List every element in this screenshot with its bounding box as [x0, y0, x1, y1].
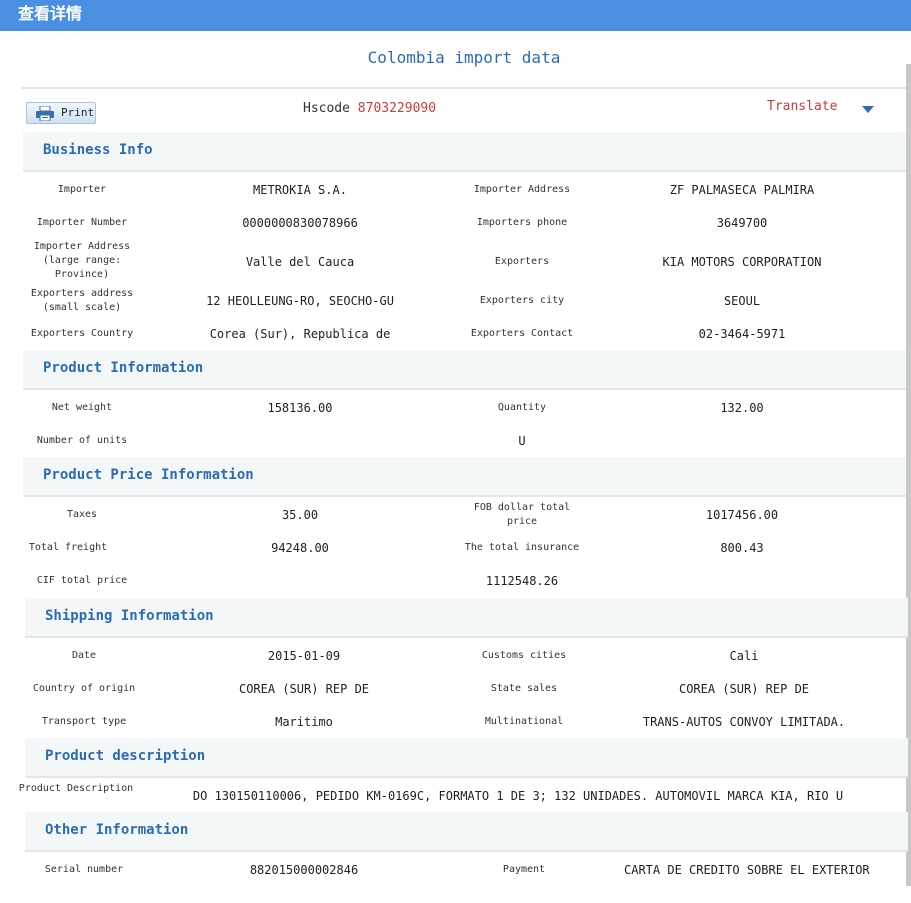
net-weight-label: Net weight — [51, 402, 113, 413]
number-of-units-value: U — [518, 434, 526, 448]
total-freight-label: Total freight — [28, 542, 108, 553]
importer-number-value: 0000000830078966 — [242, 216, 358, 230]
section-title: Shipping Information — [45, 608, 214, 624]
number-of-units-label: Number of units — [36, 435, 128, 446]
importer-value: METROKIA S.A. — [253, 183, 347, 197]
section-title: Product Price Information — [43, 467, 254, 483]
window-titlebar: 查看详情 — [0, 0, 911, 31]
transport-type-value: Maritimo — [275, 715, 333, 729]
product-description-label: Product Description — [18, 783, 134, 794]
state-sales-label: State sales — [490, 683, 558, 694]
date-value: 2015-01-09 — [267, 649, 341, 663]
exporters-value: KIA MOTORS CORPORATION — [662, 255, 822, 269]
state-sales-value: COREA (SUR) REP DE — [678, 682, 810, 696]
exporters-contact-label: Exporters Contact — [470, 328, 574, 339]
fob-total-price-label: FOB dollar total price — [473, 502, 571, 527]
print-label: Print — [61, 106, 95, 119]
country-of-origin-value: COREA (SUR) REP DE — [238, 682, 370, 696]
section-other-information: Other Information — [25, 812, 908, 852]
section-product-information: Product Information — [23, 350, 906, 390]
section-title: Product description — [45, 748, 206, 764]
country-of-origin-label: Country of origin — [32, 683, 136, 694]
translate-link[interactable]: Translate — [767, 99, 837, 114]
section-title: Product Information — [43, 360, 204, 376]
importer-label: Importer — [57, 184, 107, 195]
total-freight-value: 94248.00 — [271, 541, 329, 555]
payment-label: Payment — [502, 864, 546, 875]
multinational-value: TRANS-AUTOS CONVOY LIMITADA. — [642, 715, 846, 729]
hscode-label: Hscode — [303, 101, 350, 116]
exporters-city-label: Exporters city — [479, 295, 565, 306]
serial-number-label: Serial number — [44, 864, 124, 875]
total-insurance-label: The total insurance — [464, 542, 580, 553]
importers-phone-label: Importers phone — [476, 217, 568, 228]
total-insurance-value: 800.43 — [720, 541, 764, 555]
exporters-address-value: 12 HEOLLEUNG-RO, SEOCHO-GU — [206, 294, 394, 308]
product-description-value: DO 130150110006, PEDIDO KM-0169C, FORMAT… — [192, 789, 844, 803]
multinational-label: Multinational — [484, 716, 564, 727]
page-title: Colombia import data — [367, 48, 561, 67]
section-business-info: Business Info — [23, 132, 906, 172]
section-product-price: Product Price Information — [23, 457, 906, 497]
exporters-address-label: Exporters address (small scale) — [30, 288, 134, 313]
exporters-country-label: Exporters Country — [30, 328, 134, 339]
date-label: Date — [71, 650, 97, 661]
section-title: Business Info — [43, 142, 153, 158]
scrollbar-gap — [906, 31, 911, 64]
hscode: Hscode 8703229090 — [303, 101, 436, 116]
exporters-country-value: Corea (Sur), Republica de — [209, 327, 391, 341]
window-title: 查看详情 — [18, 4, 83, 23]
importer-address-value: ZF PALMASECA PALMIRA — [669, 183, 815, 197]
title-divider — [22, 87, 906, 89]
taxes-value: 35.00 — [281, 508, 319, 522]
print-button[interactable]: Print — [26, 102, 96, 124]
exporters-contact-value: 02-3464-5971 — [698, 327, 786, 341]
customs-cities-value: Cali — [729, 649, 759, 663]
cif-total-price-label: CIF total price — [36, 575, 128, 586]
customs-cities-label: Customs cities — [481, 650, 567, 661]
payment-value: CARTA DE CREDITO SOBRE EL EXTERIOR — [624, 863, 870, 877]
cif-total-price-value: 1112548.26 — [485, 574, 559, 588]
importer-number-label: Importer Number — [36, 217, 128, 228]
section-product-description: Product description — [25, 738, 908, 778]
exporters-label: Exporters — [494, 256, 550, 267]
section-shipping-information: Shipping Information — [25, 598, 908, 638]
taxes-label: Taxes — [66, 509, 98, 520]
printer-icon — [35, 105, 55, 122]
fob-total-price-value: 1017456.00 — [705, 508, 779, 522]
section-title: Other Information — [45, 822, 189, 838]
importer-address-large-value: Valle del Cauca — [245, 255, 355, 269]
importers-phone-value: 3649700 — [716, 216, 768, 230]
quantity-label: Quantity — [497, 402, 547, 413]
chevron-down-icon[interactable] — [862, 106, 874, 113]
importer-address-large-label: Importer Address (large range: Province) — [33, 241, 131, 280]
importer-address-label: Importer Address — [473, 184, 571, 195]
hscode-value: 8703229090 — [357, 101, 437, 116]
exporters-city-value: SEOUL — [723, 294, 761, 308]
serial-number-value: 882015000002846 — [249, 863, 359, 877]
net-weight-value: 158136.00 — [267, 401, 333, 415]
transport-type-label: Transport type — [41, 716, 127, 727]
quantity-value: 132.00 — [720, 401, 764, 415]
